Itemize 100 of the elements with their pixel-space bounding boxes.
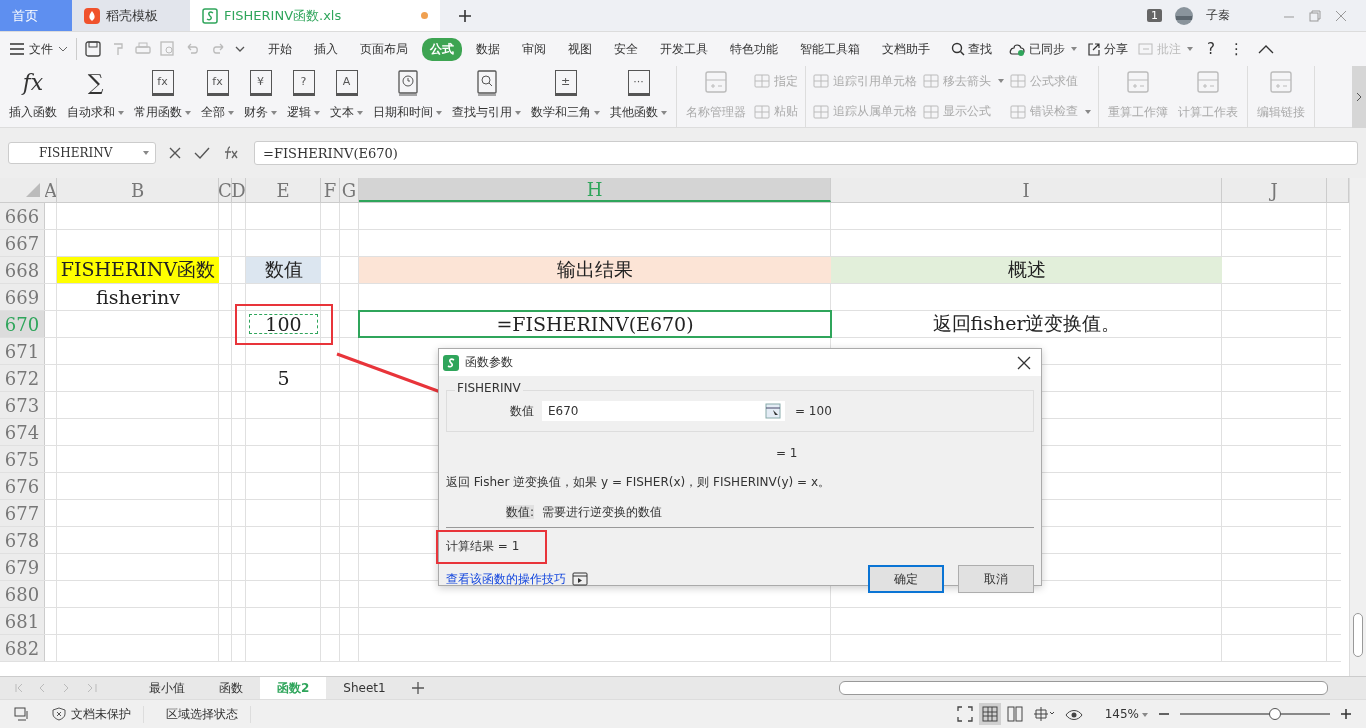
ribbon-tab[interactable]: 视图 xyxy=(560,37,600,61)
search-book-icon xyxy=(474,70,499,96)
document-icon xyxy=(703,70,729,96)
protection-status[interactable]: 文档未保护 xyxy=(40,705,144,723)
vertical-scrollbar[interactable] xyxy=(1349,178,1366,676)
function-book-icon: ¥ xyxy=(249,70,272,96)
row-header[interactable]: 667 xyxy=(0,230,45,256)
range-picker-icon[interactable] xyxy=(765,403,781,419)
video-icon[interactable] xyxy=(572,572,588,586)
row-header[interactable]: 676 xyxy=(0,473,45,499)
row-header[interactable]: 681 xyxy=(0,608,45,634)
cancel-icon[interactable] xyxy=(168,146,182,160)
help-link[interactable]: 查看该函数的操作技巧 xyxy=(446,570,566,588)
ribbon-button[interactable]: fx 全部 xyxy=(196,66,239,127)
name-box[interactable]: FISHERINV xyxy=(8,142,156,164)
monitor-icon[interactable] xyxy=(14,706,30,722)
ribbon-tab[interactable]: 开发工具 xyxy=(652,37,716,61)
close-icon[interactable] xyxy=(1017,355,1031,370)
new-tab-icon[interactable] xyxy=(458,8,472,23)
avatar-icon[interactable] xyxy=(1174,5,1194,26)
table-cell-text: 5 xyxy=(276,366,291,391)
zoom-in-icon[interactable] xyxy=(1340,708,1352,720)
normal-view-icon[interactable] xyxy=(978,703,1001,725)
dialog-button[interactable]: 确定 xyxy=(868,565,944,593)
ribbon-button[interactable]: ¥ 财务 xyxy=(239,66,282,127)
column-header[interactable]: J xyxy=(1222,178,1327,202)
row-header[interactable]: 673 xyxy=(0,392,45,418)
reading-layout-icon[interactable] xyxy=(1032,706,1055,722)
flame-logo-icon xyxy=(84,7,100,24)
sheet-tab[interactable]: Sheet1 xyxy=(326,677,403,699)
user-name[interactable]: 子秦 xyxy=(1206,7,1230,24)
sync-button[interactable]: 已同步 xyxy=(1008,40,1077,58)
table-cell: =FISHERINV(E670) xyxy=(358,310,832,338)
document-tab[interactable]: 稻壳模板 xyxy=(72,0,190,31)
zoom-dropdown[interactable]: 145% xyxy=(1104,707,1148,721)
row-header[interactable]: 670 xyxy=(0,311,45,337)
collapse-icon[interactable] xyxy=(1257,44,1274,54)
search-button[interactable]: 查找 xyxy=(951,40,992,58)
add-sheet-icon[interactable] xyxy=(410,681,425,695)
column-header[interactable]: B xyxy=(57,178,219,202)
ribbon-button[interactable]: 查找与引用 xyxy=(447,66,526,127)
file-menu[interactable]: 文件 xyxy=(10,38,77,60)
fullscreen-icon[interactable] xyxy=(956,706,973,722)
ribbon-tab[interactable]: 审阅 xyxy=(514,37,554,61)
ribbon-tab[interactable]: 安全 xyxy=(606,37,646,61)
ribbon-tab[interactable]: 数据 xyxy=(468,37,508,61)
chevron-down-icon[interactable] xyxy=(235,45,245,53)
more-button[interactable]: ⋮ xyxy=(1228,40,1244,58)
ribbon-button[interactable]: 日期和时间 xyxy=(368,66,447,127)
ribbon-tab[interactable]: 特色功能 xyxy=(722,37,786,61)
dialog-button[interactable]: 取消 xyxy=(958,565,1034,593)
tool-icon xyxy=(754,73,770,90)
row-header[interactable]: 669 xyxy=(0,284,45,310)
argument-field[interactable]: E670 xyxy=(542,401,785,421)
sheet-tab[interactable]: 最小值 xyxy=(132,677,202,699)
row-header[interactable]: 666 xyxy=(0,203,45,229)
document-tab[interactable]: FISHERINV函数.xls xyxy=(190,0,440,31)
confirm-icon[interactable] xyxy=(194,146,210,160)
ribbon-button[interactable]: fx 常用函数 xyxy=(129,66,196,127)
document-tab[interactable]: 首页 xyxy=(0,0,72,31)
ribbon-button[interactable]: ± 数学和三角 xyxy=(526,66,605,127)
ribbon-tab[interactable]: 页面布局 xyxy=(352,37,416,61)
ribbon-button[interactable]: fx 插入函数 xyxy=(4,66,62,127)
share-button[interactable]: 分享 xyxy=(1087,40,1128,58)
row-header[interactable]: 668 xyxy=(0,257,45,283)
ribbon-tab[interactable]: 公式 xyxy=(422,37,462,61)
sheet-tab[interactable]: 函数2 xyxy=(260,677,327,699)
ribbon-tab[interactable]: 开始 xyxy=(260,37,300,61)
save-icon[interactable] xyxy=(85,41,101,57)
row-header[interactable]: 680 xyxy=(0,581,45,607)
row-header[interactable]: 677 xyxy=(0,500,45,526)
row-header[interactable]: 682 xyxy=(0,635,45,661)
ribbon-button[interactable]: ∑ 自动求和 xyxy=(62,66,129,127)
column-header[interactable]: D xyxy=(232,178,246,202)
window-count-badge[interactable]: 1 xyxy=(1147,9,1162,22)
row-header[interactable]: 671 xyxy=(0,338,45,364)
page-break-view-icon[interactable] xyxy=(1006,706,1023,722)
row-header[interactable]: 679 xyxy=(0,554,45,580)
ribbon-button[interactable]: ? 逻辑 xyxy=(282,66,325,127)
column-header[interactable]: H xyxy=(359,178,831,202)
sheet-tab[interactable]: 函数 xyxy=(202,677,260,699)
tool-icon xyxy=(813,73,829,90)
ribbon-tab[interactable]: 插入 xyxy=(306,37,346,61)
row-header[interactable]: 672 xyxy=(0,365,45,391)
zoom-slider-thumb[interactable] xyxy=(1268,708,1281,720)
formula-field[interactable]: =FISHERINV(E670) xyxy=(254,141,1358,165)
ribbon-button[interactable]: A 文本 xyxy=(325,66,368,127)
row-header[interactable]: 674 xyxy=(0,419,45,445)
ribbon-button[interactable]: ··· 其他函数 xyxy=(605,66,672,127)
function-book-icon: ± xyxy=(554,70,577,96)
column-header[interactable]: F xyxy=(321,178,340,202)
row-header[interactable]: 675 xyxy=(0,446,45,472)
help-button[interactable]: ? xyxy=(1207,40,1215,58)
column-header[interactable]: I xyxy=(831,178,1222,202)
row-header[interactable]: 678 xyxy=(0,527,45,553)
column-header[interactable]: C xyxy=(219,178,232,202)
ribbon-tab[interactable]: 智能工具箱 xyxy=(792,37,868,61)
ribbon-tab[interactable]: 文档助手 xyxy=(874,37,938,61)
function-book-icon: ··· xyxy=(627,70,650,96)
column-header[interactable]: E xyxy=(246,178,321,202)
